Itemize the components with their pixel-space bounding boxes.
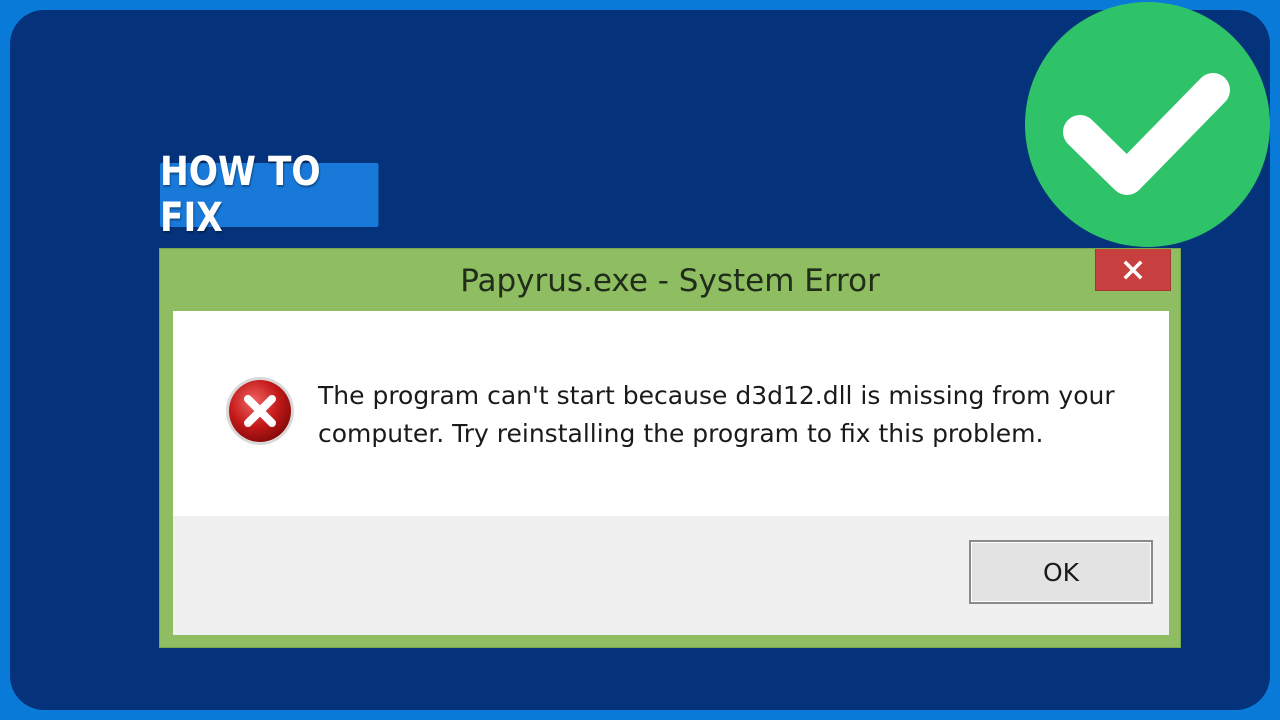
dialog-client-area: The program can't start because d3d12.dl… <box>173 311 1169 635</box>
error-icon <box>224 375 296 447</box>
thumbnail-frame: HOW TO FIX Papyrus.exe - System Error Th… <box>0 0 1280 720</box>
close-icon <box>1123 260 1143 279</box>
checkmark-icon <box>1063 73 1230 195</box>
dialog-footer: OK <box>173 516 1169 635</box>
message-area: The program can't start because d3d12.dl… <box>173 311 1169 516</box>
system-error-dialog: Papyrus.exe - System Error The program c… <box>159 248 1181 648</box>
error-message: The program can't start because d3d12.dl… <box>318 381 1115 448</box>
ok-button[interactable]: OK <box>969 540 1153 604</box>
dialog-title: Papyrus.exe - System Error <box>460 263 880 299</box>
check-circle-icon <box>1025 2 1270 247</box>
how-to-fix-badge: HOW TO FIX <box>160 149 379 241</box>
close-button[interactable] <box>1095 249 1171 291</box>
